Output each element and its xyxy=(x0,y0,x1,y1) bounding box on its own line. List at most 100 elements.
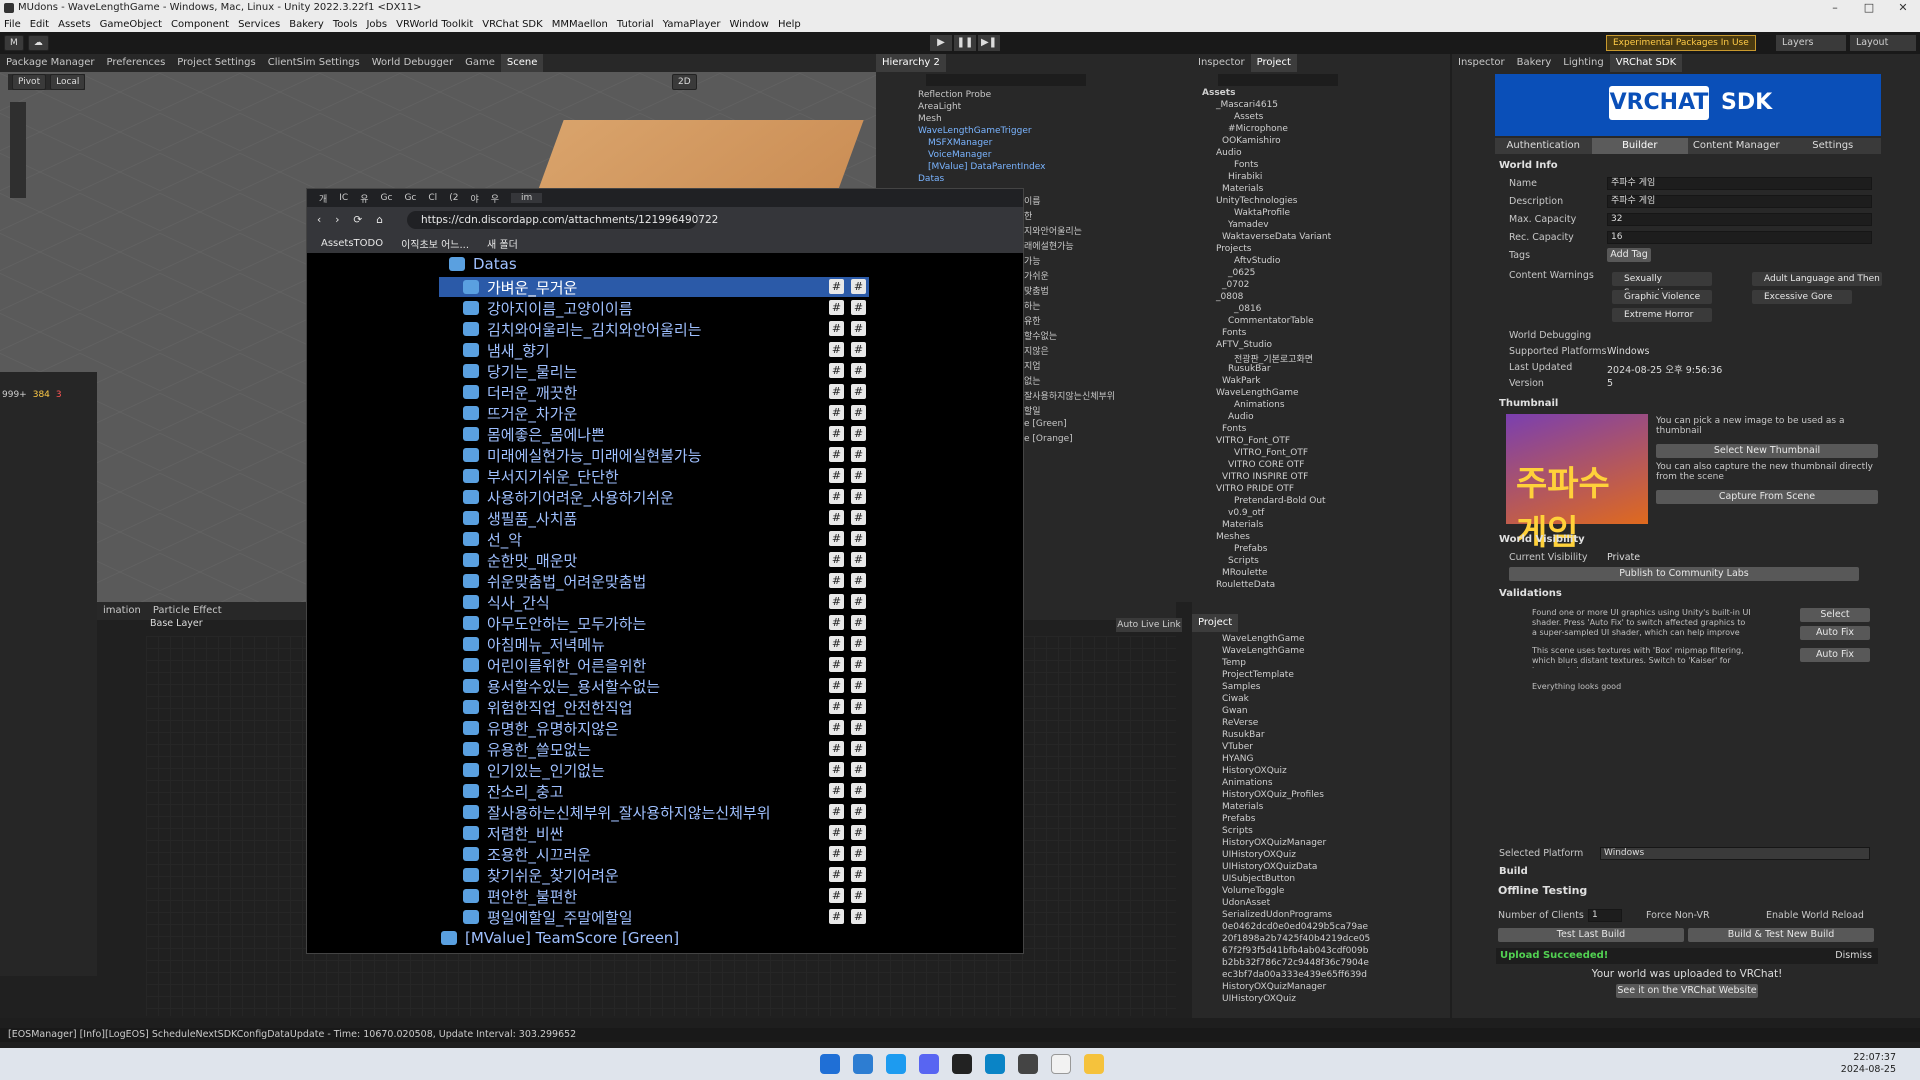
project-folder[interactable]: MRoulette xyxy=(1222,568,1267,580)
project-folder[interactable]: RouletteData xyxy=(1216,580,1275,592)
data-list-item[interactable]: 부서지기쉬운_단단한 xyxy=(439,466,869,486)
content-warning-toggle[interactable]: Adult Language and Then xyxy=(1752,272,1882,286)
hierarchy-item[interactable]: 할수없는 xyxy=(1024,329,1057,342)
hierarchy-item[interactable]: 하는 xyxy=(1024,299,1041,312)
reload-icon[interactable]: ⟳ xyxy=(353,214,362,226)
project-item[interactable]: Materials xyxy=(1222,802,1263,814)
browser-tab[interactable]: IC xyxy=(339,193,348,203)
menu-item[interactable]: Tutorial xyxy=(617,19,654,30)
browser-tab[interactable]: 야 xyxy=(470,192,478,205)
project-folder[interactable]: Scripts xyxy=(1228,556,1259,568)
data-list-item[interactable]: 유명한_유명하지않은 xyxy=(439,718,869,738)
project-item[interactable]: 67f2f93f5d41bfb4ab043cdf009b xyxy=(1222,946,1368,958)
maximize-icon[interactable]: □ xyxy=(1852,0,1886,16)
home-icon[interactable]: ⌂ xyxy=(376,214,383,226)
content-warning-toggle[interactable]: Sexually Suggestive xyxy=(1612,272,1712,298)
tab-inspector[interactable]: Inspector xyxy=(1192,54,1251,72)
hierarchy-item[interactable]: AreaLight xyxy=(918,102,961,114)
hierarchy-item[interactable]: 가능 xyxy=(1024,254,1041,267)
data-list-item[interactable]: 당기는_물리는 xyxy=(439,361,869,381)
tab-animation[interactable]: imation xyxy=(97,602,147,620)
project-folder[interactable]: Animations xyxy=(1234,400,1285,412)
project-folder[interactable]: Projects xyxy=(1216,244,1251,256)
browser-tab[interactable]: 유 xyxy=(360,192,368,205)
publish-labs-button[interactable]: Publish to Community Labs xyxy=(1509,567,1859,581)
project-folder[interactable]: WaveLengthGame xyxy=(1216,388,1299,400)
hierarchy-item[interactable]: [MValue] DataParentIndex xyxy=(928,162,1045,174)
folder-icon[interactable] xyxy=(1084,1054,1104,1074)
project-folder[interactable]: Fonts xyxy=(1234,160,1258,172)
data-list-item[interactable]: 인기있는_인기없는 xyxy=(439,760,869,780)
select-thumbnail-button[interactable]: Select New Thumbnail xyxy=(1656,444,1878,458)
project-item[interactable]: Prefabs xyxy=(1222,814,1255,826)
menu-item[interactable]: Assets xyxy=(58,19,91,30)
data-list-item[interactable]: 조용한_시끄러운 xyxy=(439,844,869,864)
project-item[interactable]: UIHistoryOXQuizData xyxy=(1222,862,1317,874)
data-list-item[interactable]: 김치와어울리는_김치와안어울리는 xyxy=(439,319,869,339)
hierarchy-item[interactable]: 맞춤법 xyxy=(1024,284,1049,297)
layout-dropdown[interactable]: Layout xyxy=(1850,35,1916,51)
browser-tab[interactable]: (2 xyxy=(449,193,458,203)
data-list-item[interactable]: 찾기쉬운_찾기어려운 xyxy=(439,865,869,885)
content-warning-toggle[interactable]: Graphic Violence xyxy=(1612,290,1712,304)
project-folder[interactable]: Hirabiki xyxy=(1228,172,1262,184)
start-icon[interactable] xyxy=(820,1054,840,1074)
menu-item[interactable]: Edit xyxy=(30,19,49,30)
menu-item[interactable]: MMMaellon xyxy=(552,19,608,30)
project-folder[interactable]: WaktaProfile xyxy=(1234,208,1290,220)
project-item[interactable]: 20f1898a2b7425f40b4219dce05 xyxy=(1222,934,1370,946)
project-item[interactable]: Animations xyxy=(1222,778,1273,790)
tab-vrchat-sdk[interactable]: VRChat SDK xyxy=(1609,54,1683,72)
data-list-item[interactable]: 잔소리_충고 xyxy=(439,781,869,801)
vscode-icon[interactable] xyxy=(853,1054,873,1074)
project-folder[interactable]: #Microphone xyxy=(1228,124,1288,136)
twitter-icon[interactable] xyxy=(886,1054,906,1074)
layers-dropdown[interactable]: Layers xyxy=(1776,35,1846,51)
tab-project-2[interactable]: Project xyxy=(1192,614,1239,632)
bookmark[interactable]: AssetsTODO xyxy=(321,238,383,249)
project-folder[interactable]: WakPark xyxy=(1222,376,1261,388)
project-folder[interactable]: Yamadev xyxy=(1228,220,1269,232)
enable-reload-checkbox[interactable]: Enable World Reload xyxy=(1766,910,1864,921)
back-icon[interactable]: ‹ xyxy=(317,214,321,226)
data-list-item[interactable]: 어린이를위한_어른을위한 xyxy=(439,655,869,675)
vrchat-icon[interactable] xyxy=(952,1054,972,1074)
project-folder[interactable]: CommentatorTable xyxy=(1228,316,1314,328)
tab-content-manager[interactable]: Content Manager xyxy=(1688,138,1785,154)
project-item[interactable]: UIHistoryOXQuiz xyxy=(1222,850,1296,862)
project-folder[interactable]: OOKamishiro xyxy=(1222,136,1281,148)
hierarchy-item[interactable]: e [Green] xyxy=(1024,419,1067,431)
data-list-item[interactable]: 선_악 xyxy=(439,529,869,549)
console-log-count[interactable]: 999+ xyxy=(2,390,27,400)
project-item[interactable]: ReVerse xyxy=(1222,718,1258,730)
menu-item[interactable]: Component xyxy=(171,19,229,30)
project-folder[interactable]: Assets xyxy=(1234,112,1263,124)
data-list-item[interactable]: 아무도안하는_모두가하는 xyxy=(439,613,869,633)
data-list-item[interactable]: 아침메뉴_저녁메뉴 xyxy=(439,634,869,654)
url-input[interactable]: https://cdn.discordapp.com/attachments/1… xyxy=(407,211,718,229)
tab-clientsim-settings[interactable]: ClientSim Settings xyxy=(262,54,366,72)
project-item[interactable]: HistoryOXQuiz xyxy=(1222,766,1287,778)
hierarchy-item[interactable]: 래에설현가능 xyxy=(1024,239,1074,252)
project-folder[interactable]: AftvStudio xyxy=(1234,256,1280,268)
force-nonvr-checkbox[interactable]: Force Non-VR xyxy=(1646,910,1710,921)
tree-root[interactable]: Assets xyxy=(1202,88,1235,100)
step-icon[interactable]: ▶❚ xyxy=(978,35,1000,51)
project-item[interactable]: Temp xyxy=(1222,658,1246,670)
validation-select-button[interactable]: Select xyxy=(1800,608,1870,622)
project-folder[interactable]: Fonts xyxy=(1222,424,1246,436)
discord-icon[interactable] xyxy=(919,1054,939,1074)
project-folder[interactable]: _Mascari4615 xyxy=(1216,100,1278,112)
data-list-item[interactable]: 순한맛_매운맛 xyxy=(439,550,869,570)
project-item[interactable]: SerializedUdonPrograms xyxy=(1222,910,1332,922)
unity-icon[interactable] xyxy=(1018,1054,1038,1074)
project-item[interactable]: VolumeToggle xyxy=(1222,886,1284,898)
data-list-item[interactable]: 저렴한_비싼 xyxy=(439,823,869,843)
tab-inspector[interactable]: Inspector xyxy=(1452,54,1511,72)
forward-icon[interactable]: › xyxy=(335,214,339,226)
hierarchy-item[interactable]: MSFXManager xyxy=(928,138,992,150)
project-folder[interactable]: _0702 xyxy=(1222,280,1249,292)
project-folder[interactable]: _0625 xyxy=(1228,268,1255,280)
data-list-item[interactable]: 몸에좋은_몸에나쁜 xyxy=(439,424,869,444)
project-folder[interactable]: _0808 xyxy=(1216,292,1243,304)
